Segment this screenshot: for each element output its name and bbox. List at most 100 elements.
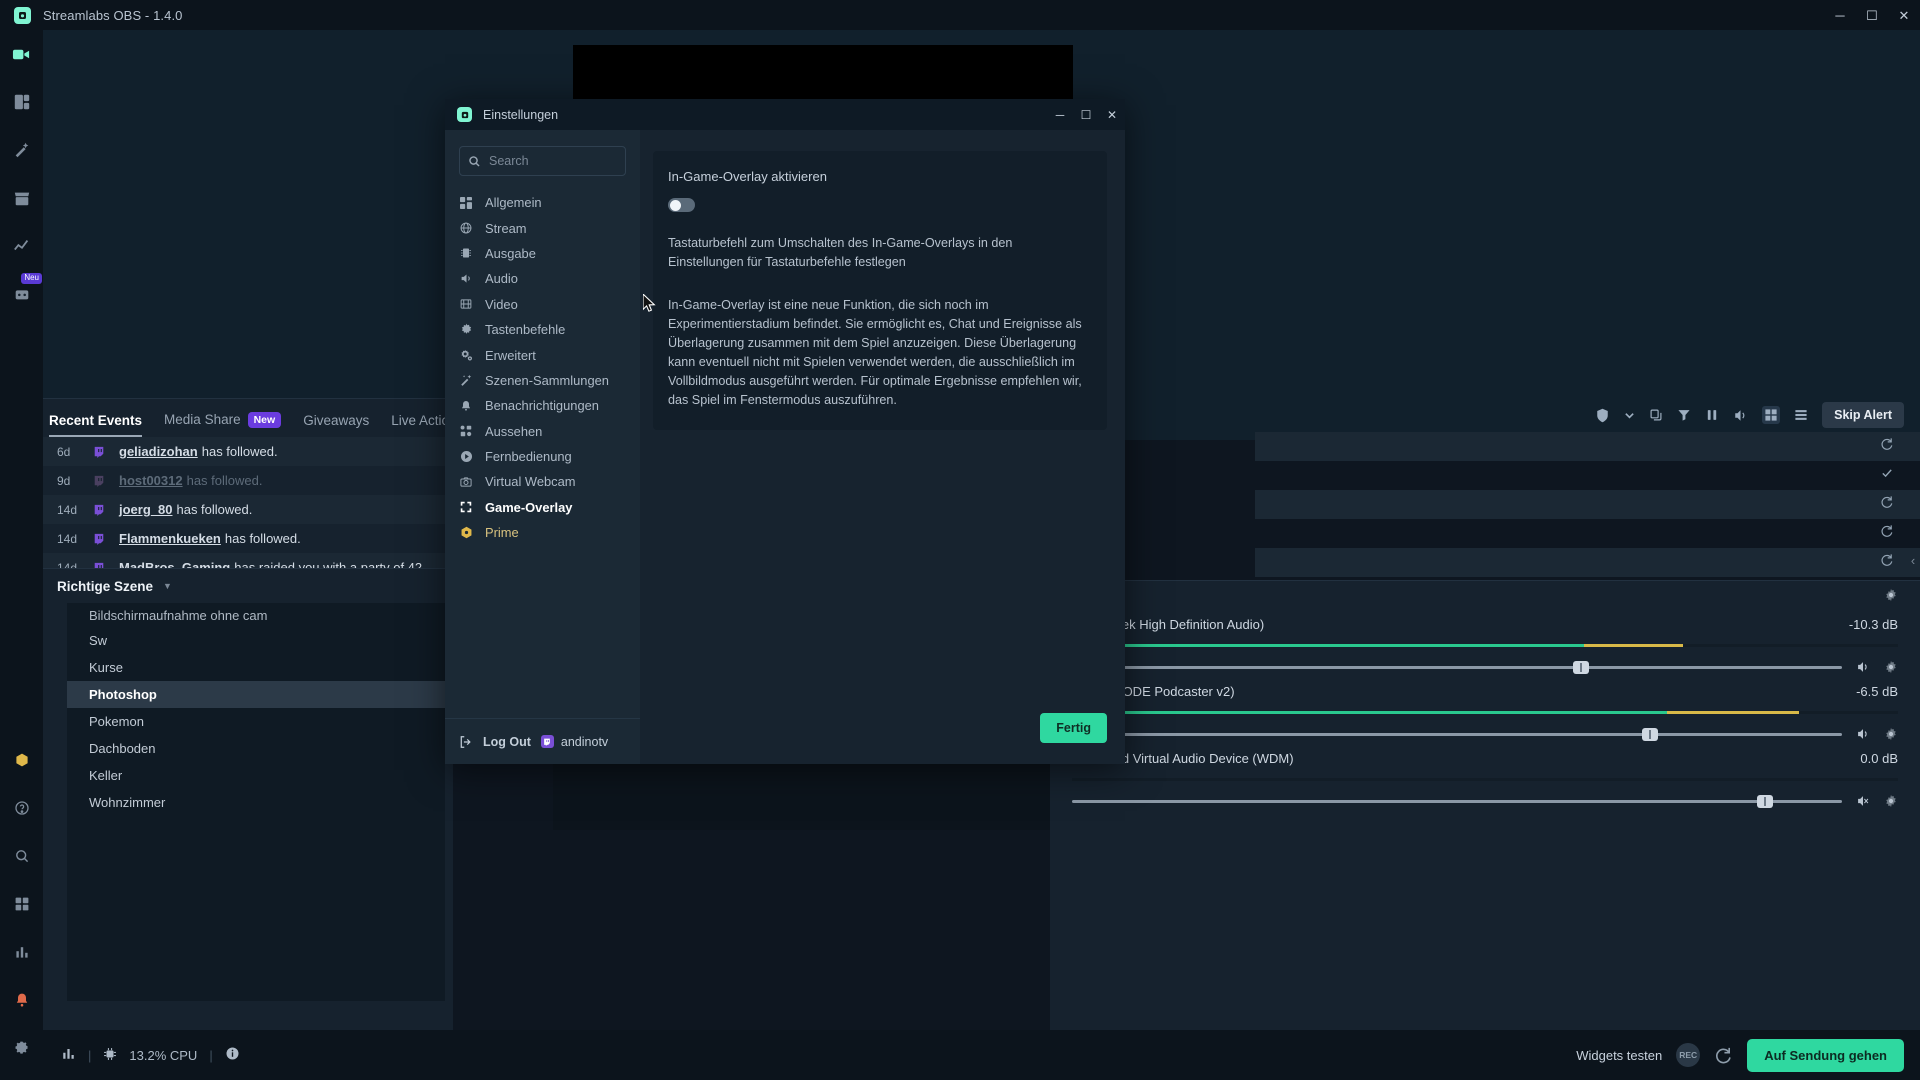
replay-buffer-icon[interactable] <box>1714 1046 1733 1065</box>
slider-track[interactable] <box>1072 727 1842 741</box>
sources-list[interactable]: Bildschirmaufnahme ohne cam Sw Kurse Pho… <box>67 603 445 1001</box>
slider-knob[interactable] <box>1757 794 1774 808</box>
sidebar-item-tastenbefehle[interactable]: Tastenbefehle <box>445 317 640 342</box>
rail-item-dashboard[interactable] <box>0 222 43 270</box>
maximize-button[interactable]: ☐ <box>1856 0 1888 30</box>
list-item[interactable]: Pokemon <box>67 708 445 735</box>
sidebar-item-allgemein[interactable]: Allgemein <box>445 190 640 215</box>
event-username[interactable]: Flammenkueken <box>119 531 221 546</box>
scene-selector[interactable]: Richtige Szene ▼ <box>43 569 453 603</box>
copy-icon[interactable] <box>1649 408 1663 422</box>
event-username[interactable]: geliadizohan <box>119 444 198 459</box>
event-row[interactable]: 6d geliadizohan has followed. <box>43 437 453 466</box>
slider-knob[interactable] <box>1641 727 1658 741</box>
sidebar-item-audio[interactable]: Audio <box>445 266 640 291</box>
enable-overlay-toggle[interactable] <box>668 198 695 212</box>
slider-knob[interactable] <box>1572 660 1589 674</box>
test-widgets-button[interactable]: Widgets testen <box>1576 1048 1662 1063</box>
sidebar-item-virtual-webcam[interactable]: Virtual Webcam <box>445 469 640 494</box>
record-button[interactable]: REC <box>1676 1043 1701 1067</box>
logout-button[interactable]: Log Out <box>483 735 531 749</box>
mixer-settings-gear-icon[interactable] <box>1884 588 1898 607</box>
channel-volume-slider[interactable] <box>1072 727 1898 741</box>
list-item[interactable]: Wohnzimmer <box>67 789 445 816</box>
refresh-icon[interactable] <box>1880 495 1894 514</box>
shield-icon[interactable] <box>1595 408 1610 423</box>
channel-settings-gear-icon[interactable] <box>1884 794 1898 808</box>
alert-row[interactable] <box>1255 519 1920 548</box>
settings-search[interactable] <box>459 146 626 176</box>
list-item-selected[interactable]: Photoshop <box>67 681 445 708</box>
alert-row[interactable] <box>1255 461 1920 490</box>
sidebar-item-prime[interactable]: Prime <box>445 520 640 545</box>
rail-item-grid[interactable] <box>0 880 43 928</box>
event-username[interactable]: host00312 <box>119 473 183 488</box>
go-live-button[interactable]: Auf Sendung gehen <box>1747 1038 1904 1072</box>
alert-row[interactable] <box>1255 432 1920 461</box>
skip-alert-button[interactable]: Skip Alert <box>1822 402 1904 428</box>
chevron-down-icon[interactable] <box>1624 410 1635 421</box>
speaker-muted-icon[interactable] <box>1856 794 1870 808</box>
rail-item-cloudbot[interactable]: Neu <box>0 270 43 318</box>
refresh-icon[interactable] <box>1880 524 1894 543</box>
event-username[interactable]: joerg_80 <box>119 502 172 517</box>
sidebar-item-erweitert[interactable]: Erweitert <box>445 342 640 367</box>
speaker-icon[interactable] <box>1856 727 1870 741</box>
list-item[interactable]: Kurse <box>67 654 445 681</box>
sidebar-item-stream[interactable]: Stream <box>445 215 640 240</box>
grid-view-icon[interactable] <box>1762 406 1781 424</box>
sidebar-item-benachrichtigungen[interactable]: Benachrichtigungen <box>445 393 640 418</box>
speaker-icon[interactable] <box>1856 660 1870 674</box>
tab-recent-events[interactable]: Recent Events <box>49 413 143 437</box>
channel-settings-gear-icon[interactable] <box>1884 660 1898 674</box>
slider-track[interactable] <box>1072 794 1842 808</box>
minimize-button[interactable]: ─ <box>1824 0 1856 30</box>
rail-item-themes[interactable] <box>0 126 43 174</box>
alert-row[interactable] <box>1255 548 1920 577</box>
event-row[interactable]: 14d Flammenkueken has followed. <box>43 524 453 553</box>
volume-icon[interactable] <box>1733 408 1748 423</box>
rail-item-settings[interactable] <box>0 1024 43 1072</box>
pause-icon[interactable] <box>1705 408 1719 422</box>
list-item[interactable]: Keller <box>67 762 445 789</box>
stats-bars-icon[interactable] <box>61 1046 76 1064</box>
settings-minimize-button[interactable]: ─ <box>1047 99 1073 130</box>
account-info[interactable]: andinotv <box>540 735 608 749</box>
channel-settings-gear-icon[interactable] <box>1884 727 1898 741</box>
rail-item-layout-editor[interactable] <box>0 78 43 126</box>
sidebar-item-game-overlay[interactable]: Game-Overlay <box>445 495 640 520</box>
sidebar-item-aussehen[interactable]: Aussehen <box>445 419 640 444</box>
list-view-icon[interactable] <box>1794 408 1808 422</box>
list-item[interactable]: Sw <box>67 627 445 654</box>
alert-row[interactable] <box>1255 490 1920 519</box>
close-button[interactable]: ✕ <box>1888 0 1920 30</box>
logout-icon[interactable] <box>459 735 473 749</box>
refresh-icon[interactable] <box>1880 553 1894 572</box>
settings-close-button[interactable]: ✕ <box>1099 99 1125 130</box>
done-button[interactable]: Fertig <box>1040 713 1107 743</box>
rail-item-help[interactable] <box>0 784 43 832</box>
rail-item-app-store[interactable] <box>0 174 43 222</box>
chevron-down-icon[interactable]: ▼ <box>163 581 172 591</box>
tab-giveaways[interactable]: Giveaways <box>303 413 369 437</box>
list-item[interactable]: Bildschirmaufnahme ohne cam <box>67 603 445 627</box>
refresh-icon[interactable] <box>1880 437 1894 456</box>
rail-item-prime[interactable] <box>0 736 43 784</box>
sidebar-item-fernbedienung[interactable]: Fernbedienung <box>445 444 640 469</box>
check-icon[interactable] <box>1880 466 1894 485</box>
rail-item-notifications[interactable] <box>0 976 43 1024</box>
search-input[interactable] <box>489 154 617 168</box>
channel-volume-slider[interactable] <box>1072 660 1898 674</box>
filter-icon[interactable] <box>1677 408 1691 422</box>
tab-media-share[interactable]: Media Share New <box>164 412 282 437</box>
event-row[interactable]: 14d joerg_80 has followed. <box>43 495 453 524</box>
list-item[interactable]: Dachboden <box>67 735 445 762</box>
rail-item-stats[interactable] <box>0 928 43 976</box>
event-row[interactable]: 9d host00312 has followed. <box>43 466 453 495</box>
sidebar-item-szenen-sammlungen[interactable]: Szenen-Sammlungen <box>445 368 640 393</box>
settings-maximize-button[interactable]: ☐ <box>1073 99 1099 130</box>
sidebar-item-video[interactable]: Video <box>445 292 640 317</box>
panel-collapse-handle[interactable]: ‹ <box>1906 545 1920 575</box>
info-icon[interactable] <box>225 1046 240 1064</box>
rail-item-search[interactable] <box>0 832 43 880</box>
